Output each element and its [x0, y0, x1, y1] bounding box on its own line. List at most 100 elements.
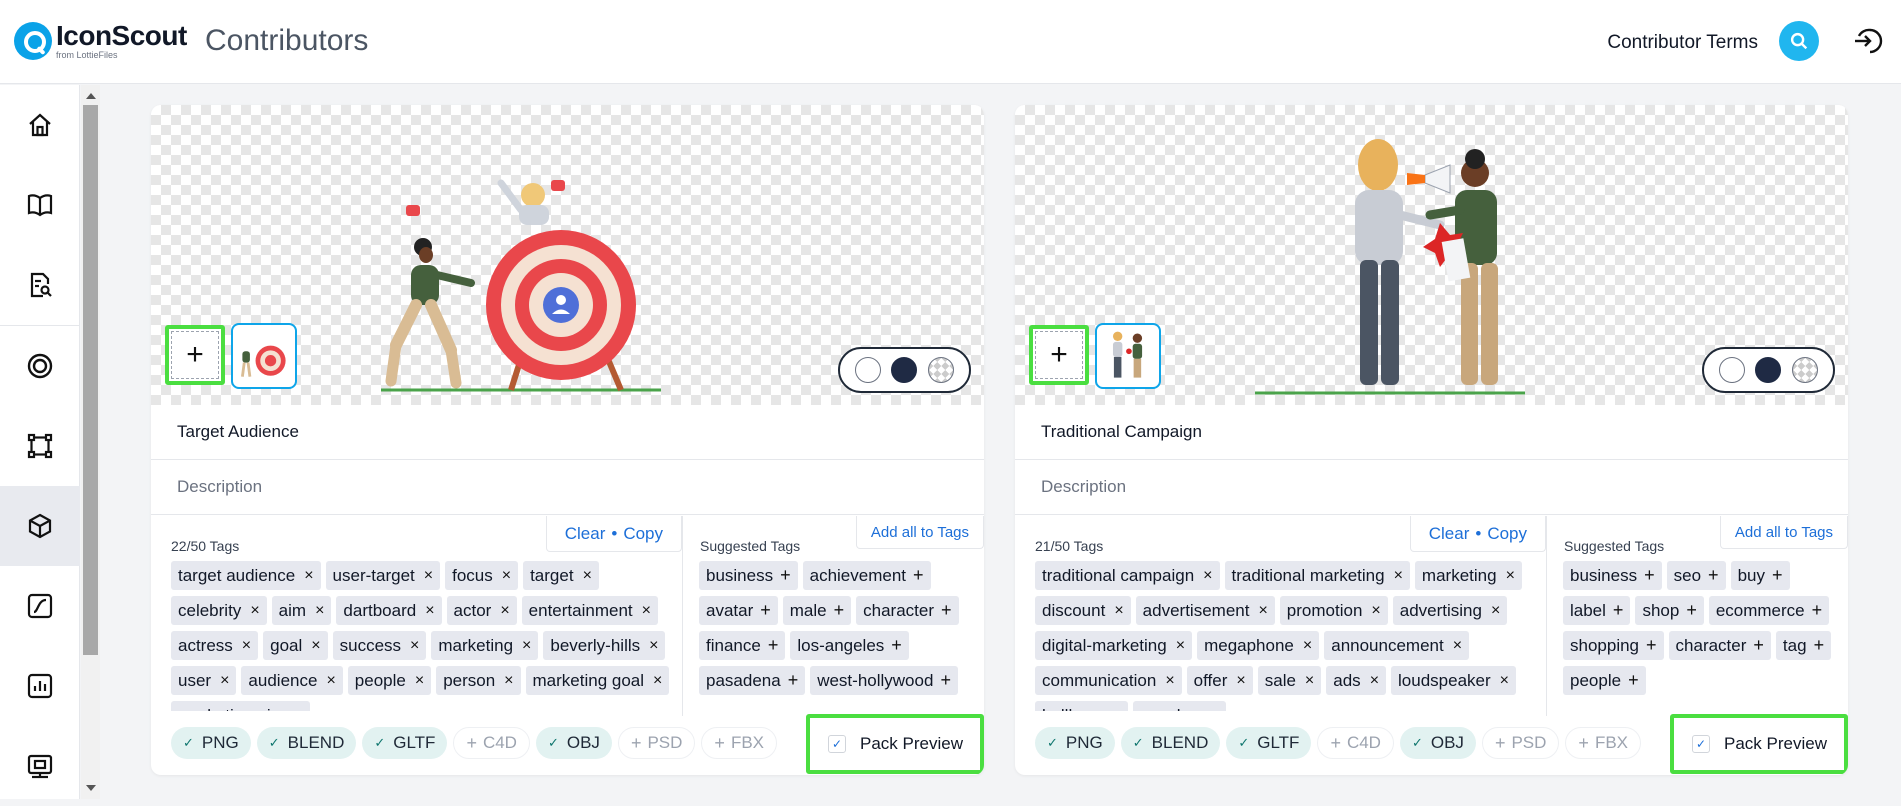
suggested-tag[interactable]: character +	[1668, 631, 1771, 660]
bg-transparent-option[interactable]	[1791, 357, 1818, 383]
format-toggle-png[interactable]: ✓ PNG	[171, 727, 251, 759]
remove-tag-icon[interactable]: ×	[1209, 707, 1218, 712]
sidebar-scrollbar[interactable]	[81, 85, 100, 799]
tag-chip[interactable]: offer ×	[1186, 666, 1253, 695]
suggested-tag[interactable]: los-angeles +	[790, 631, 909, 660]
format-toggle-psd[interactable]: + PSD	[617, 727, 696, 759]
sidebar-item-animations[interactable]	[0, 566, 80, 646]
remove-tag-icon[interactable]: ×	[242, 637, 251, 655]
format-toggle-c4d[interactable]: + C4D	[453, 727, 530, 759]
tag-chip[interactable]: dartboard ×	[336, 596, 442, 625]
suggested-tag[interactable]: west-hollywood +	[810, 666, 958, 695]
tag-chip[interactable]: marketing ×	[1414, 561, 1522, 590]
add-tag-icon[interactable]: +	[891, 635, 902, 656]
add-tag-icon[interactable]: +	[1644, 565, 1655, 586]
suggested-tag[interactable]: avatar +	[699, 596, 778, 625]
add-tag-icon[interactable]: +	[1814, 635, 1825, 656]
remove-tag-icon[interactable]: ×	[1303, 637, 1312, 655]
tag-chip[interactable]: beverly-hills ×	[543, 631, 666, 660]
preview-thumbnail[interactable]	[231, 323, 297, 389]
remove-tag-icon[interactable]: ×	[1305, 672, 1314, 690]
format-toggle-obj[interactable]: ✓ OBJ	[535, 727, 612, 759]
tag-chip[interactable]: audience ×	[241, 666, 343, 695]
remove-tag-icon[interactable]: ×	[1258, 602, 1267, 620]
remove-tag-icon[interactable]: ×	[642, 602, 651, 620]
add-tag-icon[interactable]: +	[1613, 600, 1624, 621]
copy-tags-button[interactable]: Copy	[623, 524, 663, 544]
remove-tag-icon[interactable]: ×	[424, 567, 433, 585]
remove-tag-icon[interactable]: ×	[220, 672, 229, 690]
scroll-up-arrow[interactable]	[86, 93, 96, 99]
scroll-down-arrow[interactable]	[86, 785, 96, 791]
clear-tags-button[interactable]: Clear	[565, 524, 606, 544]
tag-chip[interactable]: discount ×	[1035, 596, 1131, 625]
suggested-tag[interactable]: finance +	[699, 631, 786, 660]
add-tag-icon[interactable]: +	[1646, 635, 1657, 656]
add-tag-icon[interactable]: +	[1628, 670, 1639, 691]
tag-chip[interactable]: communication ×	[1035, 666, 1182, 695]
remove-tag-icon[interactable]: ×	[1236, 672, 1245, 690]
remove-tag-icon[interactable]: ×	[1506, 567, 1515, 585]
sidebar-item-guides[interactable]	[0, 165, 80, 245]
format-toggle-fbx[interactable]: + FBX	[1565, 727, 1641, 759]
tag-chip[interactable]: traditional campaign ×	[1035, 561, 1220, 590]
bg-white-option[interactable]	[855, 357, 882, 383]
sidebar-item-review[interactable]	[0, 245, 80, 325]
scroll-thumb[interactable]	[83, 105, 98, 655]
tag-chip[interactable]: target audience ×	[171, 561, 321, 590]
remove-tag-icon[interactable]: ×	[1203, 567, 1212, 585]
add-all-to-tags-button[interactable]: Add all to Tags	[855, 516, 984, 549]
tag-chip[interactable]: promotion ×	[1279, 596, 1388, 625]
add-preview-button[interactable]: +	[165, 325, 225, 385]
bg-dark-option[interactable]	[1755, 357, 1782, 383]
tag-chip[interactable]: people ×	[347, 666, 432, 695]
tag-chip[interactable]: megaphone ×	[1197, 631, 1320, 660]
suggested-tag[interactable]: buy +	[1730, 561, 1790, 590]
suggested-tag[interactable]: character +	[856, 596, 959, 625]
remove-tag-icon[interactable]: ×	[311, 637, 320, 655]
suggested-tag[interactable]: seo +	[1666, 561, 1726, 590]
remove-tag-icon[interactable]: ×	[315, 602, 324, 620]
remove-tag-icon[interactable]: ×	[425, 602, 434, 620]
remove-tag-icon[interactable]: ×	[504, 672, 513, 690]
remove-tag-icon[interactable]: ×	[1371, 602, 1380, 620]
remove-tag-icon[interactable]: ×	[583, 567, 592, 585]
clear-tags-button[interactable]: Clear	[1429, 524, 1470, 544]
pack-preview-checkbox[interactable]: ✓ Pack Preview	[806, 714, 984, 774]
remove-tag-icon[interactable]: ×	[1114, 602, 1123, 620]
tag-chip[interactable]: actress ×	[171, 631, 259, 660]
pack-preview-checkbox[interactable]: ✓ Pack Preview	[1670, 714, 1848, 774]
sidebar-item-lottie[interactable]	[0, 326, 80, 406]
tag-chip[interactable]: focus ×	[445, 561, 519, 590]
remove-tag-icon[interactable]: ×	[1370, 672, 1379, 690]
description-input[interactable]: Description	[1015, 460, 1848, 515]
tag-chip[interactable]: entertainment ×	[521, 596, 658, 625]
suggested-tag[interactable]: ecommerce +	[1708, 596, 1830, 625]
add-tag-icon[interactable]: +	[1708, 565, 1719, 586]
tag-chip[interactable]: sale ×	[1257, 666, 1322, 695]
contributor-terms-link[interactable]: Contributor Terms	[1607, 32, 1758, 54]
sidebar-item-store[interactable]	[0, 726, 80, 806]
add-tag-icon[interactable]: +	[941, 600, 952, 621]
add-preview-button[interactable]: +	[1029, 325, 1089, 385]
format-toggle-gltf[interactable]: ✓ GLTF	[362, 727, 448, 759]
suggested-tag[interactable]: people +	[1563, 666, 1646, 695]
tag-chip[interactable]: digital-marketing ×	[1035, 631, 1193, 660]
tag-chip[interactable]: goal ×	[263, 631, 328, 660]
add-tag-icon[interactable]: +	[834, 600, 845, 621]
suggested-tag[interactable]: business +	[1563, 561, 1662, 590]
tag-chip[interactable]: marketing ×	[431, 631, 539, 660]
remove-tag-icon[interactable]: ×	[649, 637, 658, 655]
search-button[interactable]	[1779, 21, 1819, 61]
remove-tag-icon[interactable]: ×	[1176, 637, 1185, 655]
format-toggle-fbx[interactable]: + FBX	[701, 727, 777, 759]
tag-chip[interactable]: traditional marketing ×	[1224, 561, 1410, 590]
tag-chip[interactable]: advertisement ×	[1135, 596, 1275, 625]
remove-tag-icon[interactable]: ×	[1394, 567, 1403, 585]
bg-transparent-option[interactable]	[927, 357, 954, 383]
remove-tag-icon[interactable]: ×	[1165, 672, 1174, 690]
sidebar-item-3d[interactable]	[0, 486, 80, 566]
remove-tag-icon[interactable]: ×	[500, 602, 509, 620]
remove-tag-icon[interactable]: ×	[1453, 637, 1462, 655]
suggested-tag[interactable]: tag +	[1775, 631, 1832, 660]
